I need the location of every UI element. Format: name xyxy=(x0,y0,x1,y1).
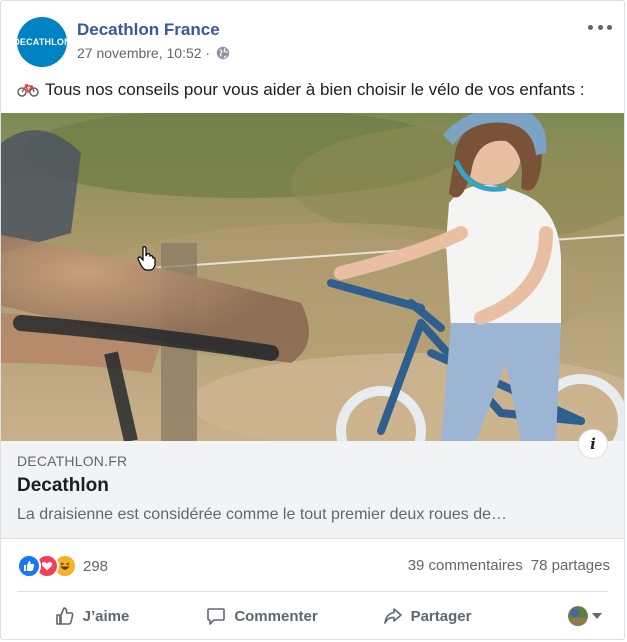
comments-count[interactable]: 39 commentaires xyxy=(408,557,523,574)
share-button[interactable]: Partager xyxy=(357,596,497,636)
comment-button[interactable]: Commenter xyxy=(167,596,357,636)
reactions-summary[interactable]: 298 xyxy=(17,553,108,579)
cursor-icon xyxy=(137,246,156,271)
post-timestamp[interactable]: 27 novembre, 10:52 · xyxy=(77,45,210,61)
post-message: Tous nos conseils pour vous aider à bien… xyxy=(45,80,585,99)
post-meta: 27 novembre, 10:52 · xyxy=(77,45,230,61)
like-icon xyxy=(17,554,41,578)
info-button[interactable]: i xyxy=(578,429,608,459)
like-label: J’aime xyxy=(82,607,130,625)
reaction-count[interactable]: 298 xyxy=(83,558,108,575)
globe-icon[interactable] xyxy=(216,46,230,60)
page-avatar[interactable]: DECATHLON xyxy=(13,17,71,67)
audience-selector[interactable] xyxy=(568,606,602,626)
actions-divider xyxy=(17,591,608,592)
post-photo[interactable] xyxy=(1,113,624,441)
post-header: DECATHLON Decathlon France 27 novembre, … xyxy=(13,17,612,69)
facebook-post-card: DECATHLON Decathlon France 27 novembre, … xyxy=(0,0,625,640)
chevron-down-icon xyxy=(592,613,602,619)
action-bar: J’aime Commenter Partager xyxy=(17,595,608,637)
photo-illustration xyxy=(1,113,624,441)
user-avatar xyxy=(568,606,588,626)
engagement-counts: 39 commentaires 78 partages xyxy=(408,557,610,574)
avatar-logo-text: DECATHLON xyxy=(13,37,71,47)
link-preview[interactable]: i DECATHLON.FR Decathlon La draisienne e… xyxy=(1,429,624,539)
share-icon xyxy=(383,608,402,624)
page-name-link[interactable]: Decathlon France xyxy=(77,20,220,40)
link-description: La draisienne est considérée comme le to… xyxy=(17,506,508,523)
bicycle-icon xyxy=(17,84,39,97)
link-title[interactable]: Decathlon xyxy=(17,475,109,497)
post-text-row: Tous nos conseils pour vous aider à bien… xyxy=(17,79,608,101)
link-domain: DECATHLON.FR xyxy=(17,453,128,469)
share-label: Partager xyxy=(410,607,472,625)
shares-count[interactable]: 78 partages xyxy=(531,557,610,574)
thumbs-up-icon xyxy=(55,607,74,625)
comment-icon xyxy=(207,608,226,625)
comment-label: Commenter xyxy=(234,607,318,625)
more-options-icon[interactable] xyxy=(588,19,612,35)
like-button[interactable]: J’aime xyxy=(17,596,167,636)
